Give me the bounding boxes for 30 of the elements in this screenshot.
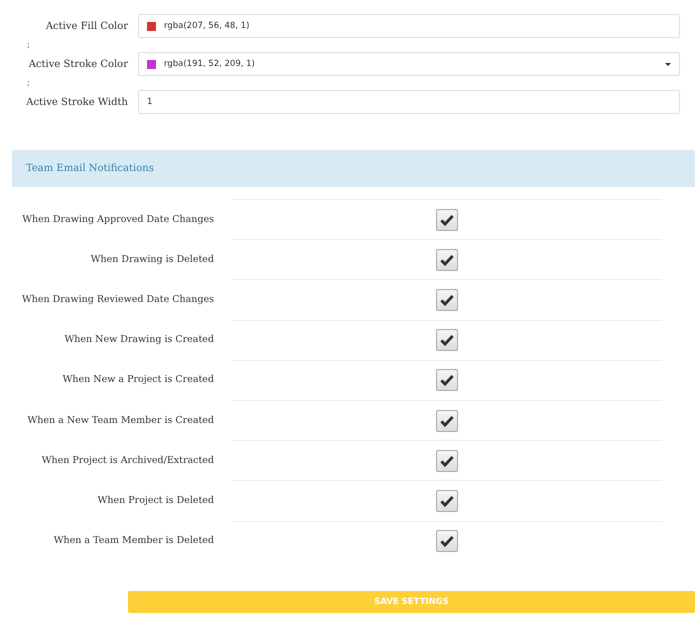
notification-label: When Drawing is Deleted [90,254,215,265]
notification-label: When Drawing Reviewed Date Changes [21,294,215,305]
section-title: Team Email Notifications [26,163,154,174]
checkbox[interactable] [436,248,458,271]
field-label: Active Stroke Width [25,96,129,108]
notification-label: When a New Team Member is Created [26,414,215,426]
field-label: Active Stroke Color [28,58,129,70]
checkbox[interactable] [436,329,458,352]
notification-label: When New Drawing is Created [64,334,215,346]
checkbox[interactable] [436,288,458,311]
checkmark-icon [439,332,455,348]
checkmark-icon [439,533,455,550]
notification-label: When Drawing Approved Date Changes [21,214,215,225]
notification-label: When Project is Deleted [96,494,215,506]
input-field[interactable]: 1 [138,90,680,114]
semicolon-mark: ; [27,78,30,88]
checkbox[interactable] [436,369,458,392]
color-select[interactable]: rgba(191, 52, 209, 1) [138,52,680,76]
checkbox[interactable] [436,490,458,512]
checkbox[interactable] [436,410,458,432]
notification-label: When a Team Member is Deleted [52,535,215,546]
field-label: Active Fill Color [44,20,129,32]
semicolon-mark: ; [27,40,30,50]
notification-label: When New a Project is Created [62,374,215,386]
checkbox[interactable] [436,530,458,552]
checkmark-icon [439,372,455,388]
notification-label: When Project is Archived/Extracted [40,454,215,466]
color-field[interactable]: rgba(207, 56, 48, 1) [138,14,680,38]
checkbox[interactable] [436,450,458,472]
checkbox[interactable] [436,208,458,231]
